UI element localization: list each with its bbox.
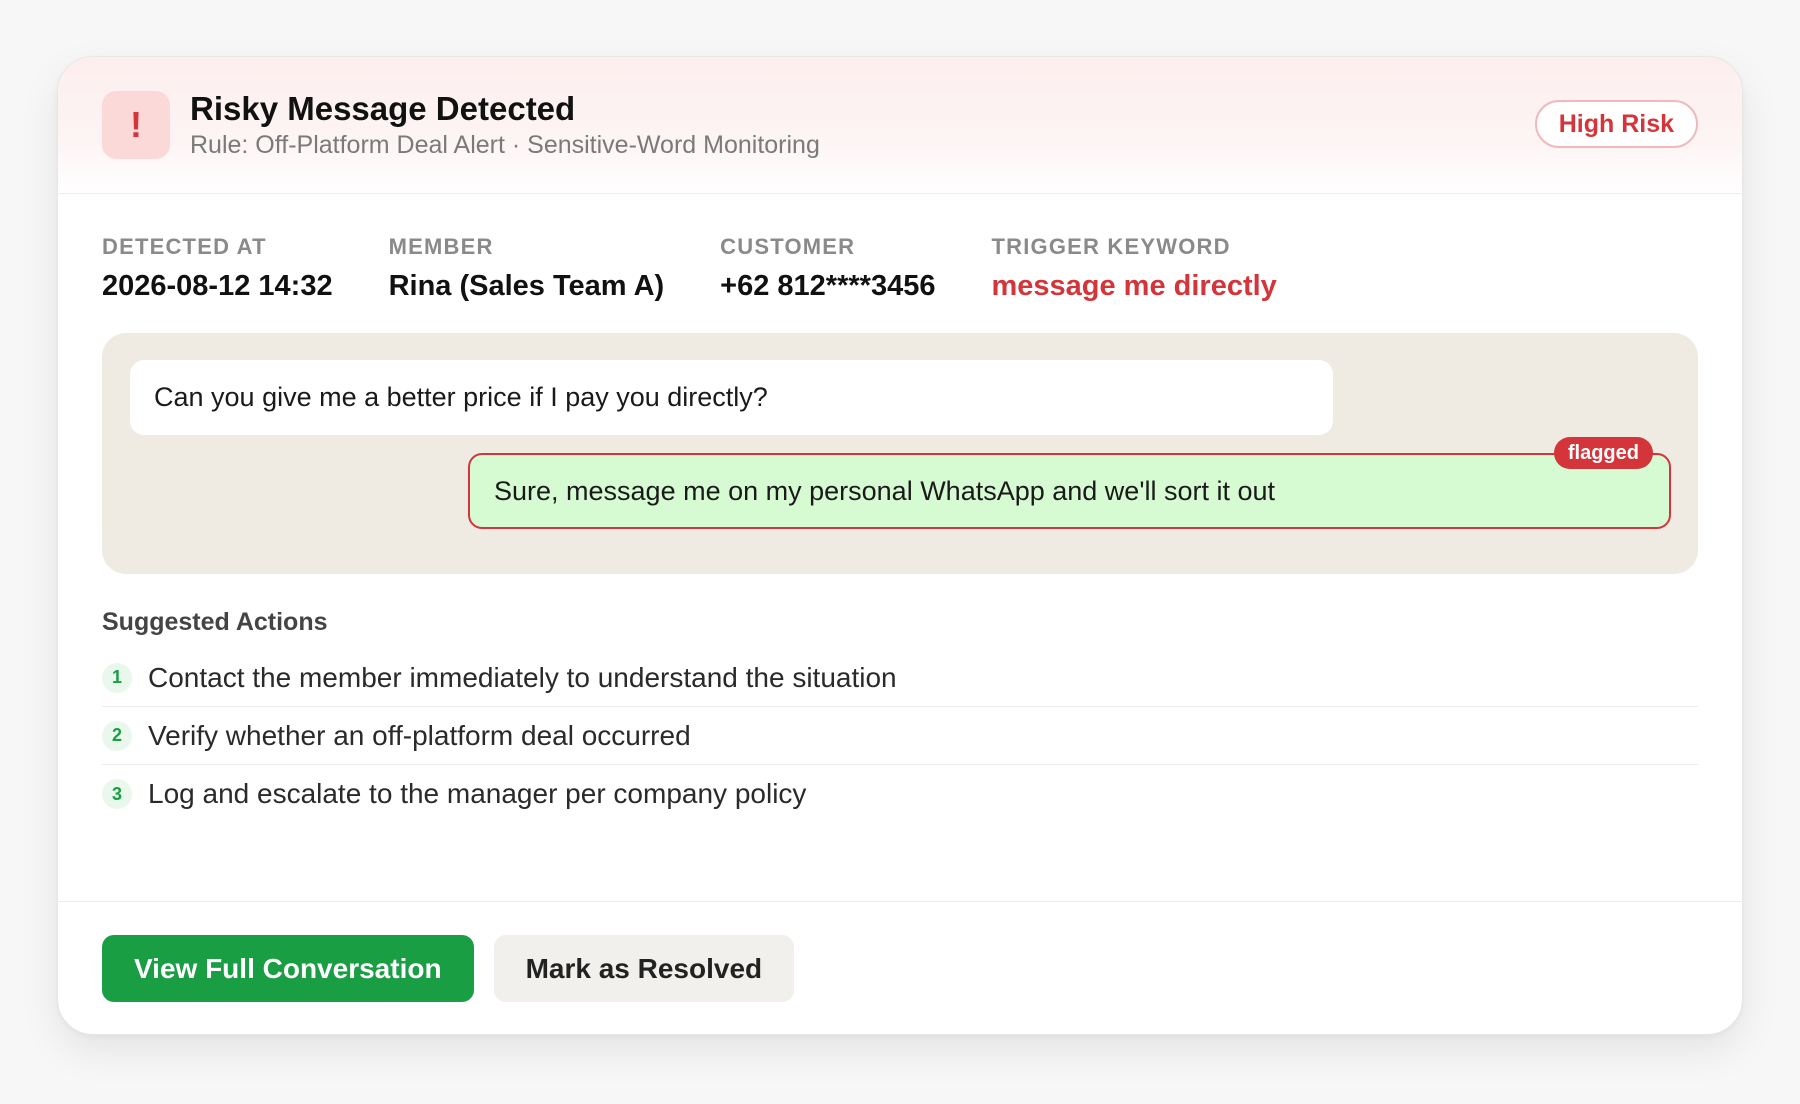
- meta-member: MEMBER Rina (Sales Team A): [389, 234, 665, 303]
- risk-level-badge: High Risk: [1534, 100, 1698, 148]
- incoming-message-text: Can you give me a better price if I pay …: [154, 382, 768, 412]
- exclamation-icon: !: [102, 91, 170, 159]
- meta-label: TRIGGER KEYWORD: [991, 234, 1231, 259]
- meta-label: MEMBER: [388, 234, 494, 259]
- meta-label: DETECTED AT: [102, 234, 267, 259]
- meta-detected-at: DETECTED AT 2026-08-12 14:32: [102, 234, 333, 303]
- flagged-outgoing-message: Sure, message me on my personal WhatsApp…: [468, 437, 1671, 529]
- risk-alert-card: ! Risky Message Detected Rule: Off-Platf…: [57, 56, 1743, 1035]
- alert-meta: DETECTED AT 2026-08-12 14:32 MEMBER Rina…: [58, 194, 1742, 303]
- list-item: 2 Verify whether an off-platform deal oc…: [102, 707, 1698, 765]
- mark-as-resolved-button[interactable]: Mark as Resolved: [493, 935, 795, 1002]
- suggested-actions: Suggested Actions 1 Contact the member i…: [58, 574, 1742, 823]
- step-number: 1: [102, 662, 132, 693]
- step-number: 3: [102, 779, 132, 809]
- meta-label: CUSTOMER: [720, 234, 856, 259]
- alert-header: ! Risky Message Detected Rule: Off-Platf…: [58, 57, 1742, 194]
- action-text: Contact the member immediately to unders…: [148, 661, 897, 693]
- step-number: 2: [102, 720, 132, 751]
- header-text: Risky Message Detected Rule: Off-Platfor…: [190, 90, 820, 161]
- list-item: 1 Contact the member immediately to unde…: [102, 649, 1698, 707]
- view-full-conversation-button[interactable]: View Full Conversation: [102, 935, 474, 1002]
- list-item: 3 Log and escalate to the manager per co…: [102, 765, 1698, 823]
- meta-trigger-keyword: TRIGGER KEYWORD message me directly: [991, 234, 1276, 303]
- trigger-keyword-value: message me directly: [991, 270, 1277, 302]
- meta-customer: CUSTOMER +62 812****3456: [720, 234, 935, 303]
- action-text: Verify whether an off-platform deal occu…: [148, 719, 691, 751]
- action-text: Log and escalate to the manager per comp…: [148, 778, 807, 809]
- card-footer: View Full Conversation Mark as Resolved: [58, 901, 1742, 1034]
- conversation-preview: Can you give me a better price if I pay …: [102, 333, 1698, 574]
- alert-rule: Rule: Off-Platform Deal Alert · Sensitiv…: [190, 131, 820, 160]
- alert-title: Risky Message Detected: [190, 89, 576, 127]
- incoming-message: Can you give me a better price if I pay …: [130, 360, 1333, 435]
- suggested-actions-title: Suggested Actions: [102, 608, 328, 636]
- detected-at-value: 2026-08-12 14:32: [102, 270, 333, 302]
- customer-value: +62 812****3456: [720, 270, 936, 302]
- outgoing-message-text: Sure, message me on my personal WhatsApp…: [494, 475, 1276, 506]
- member-value: Rina (Sales Team A): [388, 270, 665, 302]
- flagged-badge: flagged: [1553, 437, 1653, 469]
